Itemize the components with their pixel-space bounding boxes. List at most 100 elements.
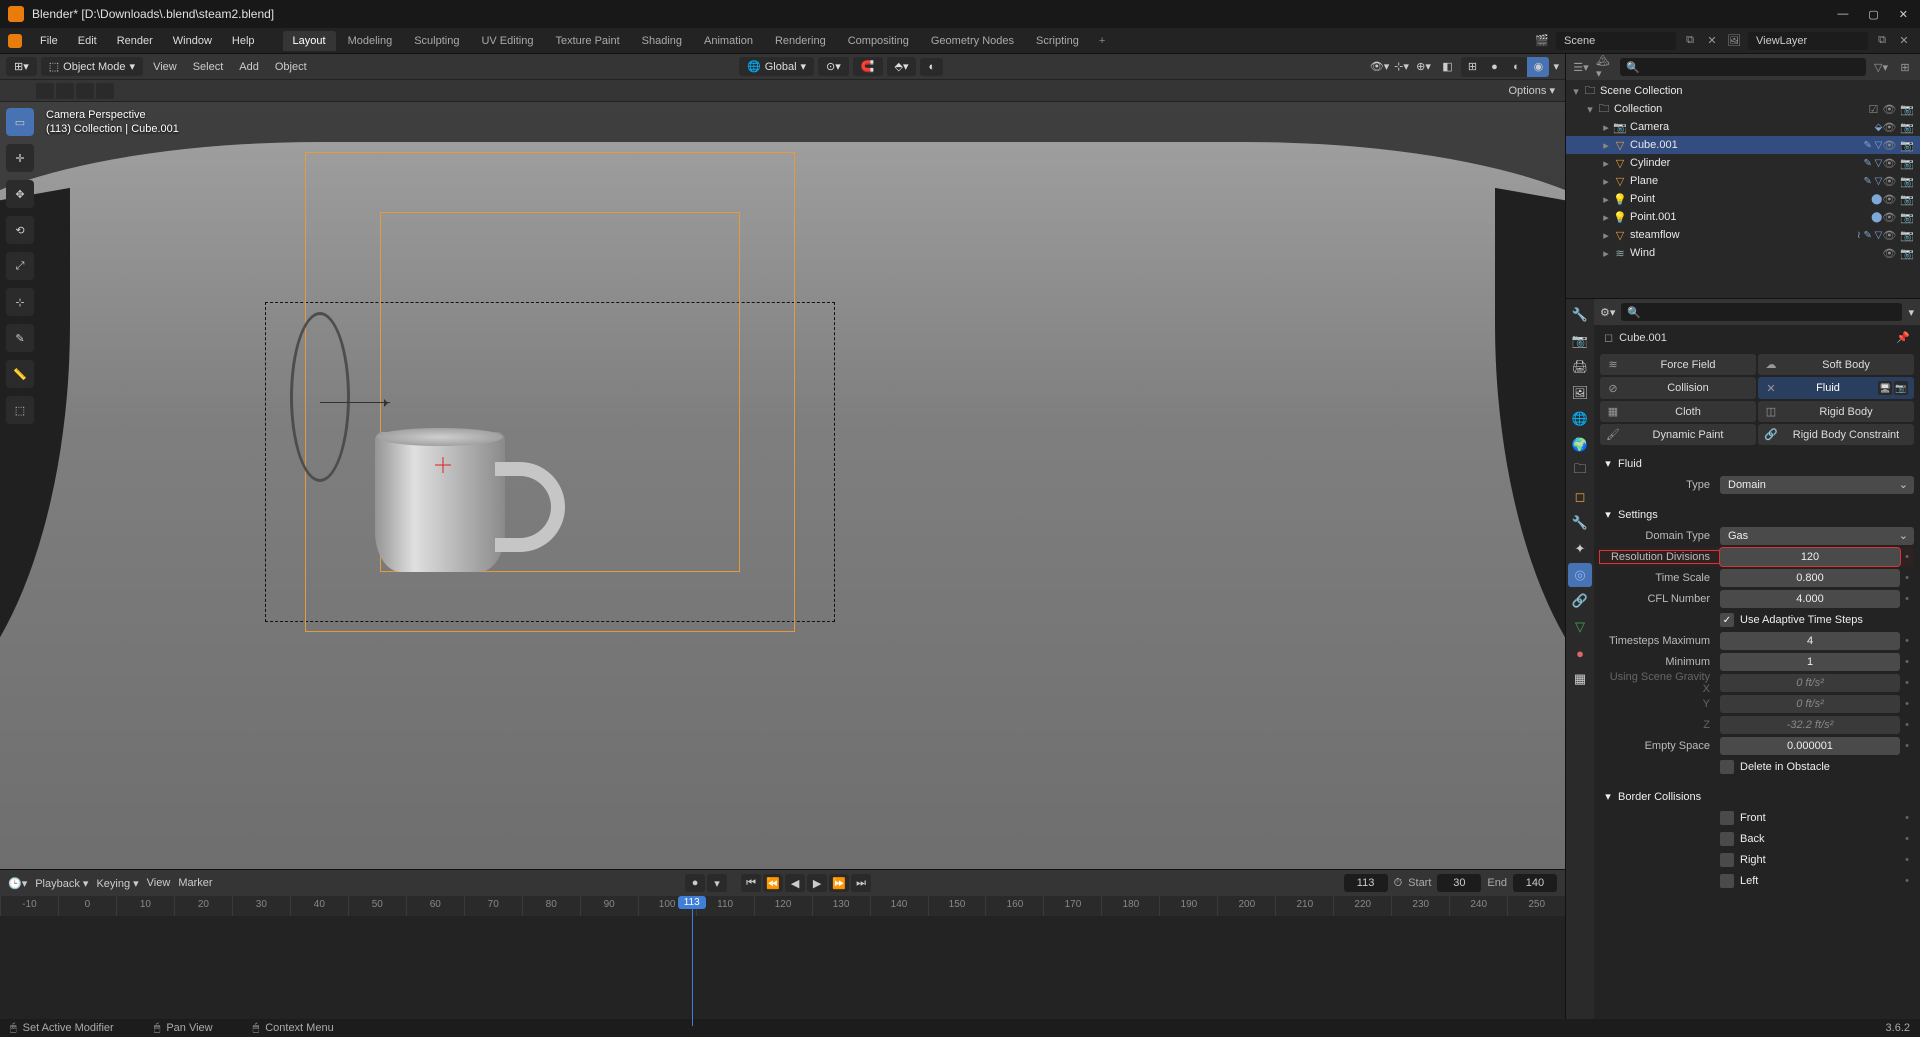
timeline-tick[interactable]: 120 xyxy=(754,896,812,916)
outliner-item[interactable]: ▸💡Point.001⬤👁📷 xyxy=(1566,208,1920,226)
disclosure-icon[interactable]: ▸ xyxy=(1600,139,1612,152)
physics-cloth[interactable]: ▦Cloth xyxy=(1600,401,1756,422)
timesteps-max-field[interactable]: 4 xyxy=(1720,632,1900,650)
menu-file[interactable]: File xyxy=(32,32,66,50)
jump-end[interactable]: ⏭ xyxy=(851,874,871,892)
timeline-tick[interactable]: -10 xyxy=(0,896,58,916)
add-menu[interactable]: Add xyxy=(233,58,265,76)
outliner-item[interactable]: ▸▽Plane✎ ▽👁📷 xyxy=(1566,172,1920,190)
tab-texture[interactable]: ▦ xyxy=(1568,667,1592,691)
timeline-tick[interactable]: 60 xyxy=(406,896,464,916)
tab-physics[interactable]: ◎ xyxy=(1568,563,1592,587)
collection-checkbox-icon[interactable]: ☑ xyxy=(1868,103,1878,116)
disclosure-icon[interactable]: ▸ xyxy=(1600,247,1612,260)
orientation-selector[interactable]: 🌐 Global ▾ xyxy=(739,57,814,76)
outliner-search[interactable]: 🔍 xyxy=(1620,58,1866,76)
monitor-icon[interactable]: 🖥 xyxy=(1878,381,1892,395)
maximize-button[interactable]: ▢ xyxy=(1868,8,1878,21)
menu-help[interactable]: Help xyxy=(224,32,263,50)
border-left-checkbox[interactable] xyxy=(1720,874,1734,888)
eye-icon[interactable]: 👁 xyxy=(1882,139,1896,152)
timeline-tick[interactable]: 170 xyxy=(1043,896,1101,916)
play-reverse[interactable]: ◀ xyxy=(785,874,805,892)
tab-modeling[interactable]: Modeling xyxy=(338,31,403,51)
timeline-tick[interactable]: 40 xyxy=(290,896,348,916)
keyframe-dot[interactable]: • xyxy=(1900,812,1914,824)
tab-output[interactable]: 🖨 xyxy=(1568,355,1592,379)
delete-in-obstacle-checkbox[interactable] xyxy=(1720,760,1734,774)
fluid-panel-header[interactable]: ▾Fluid xyxy=(1600,453,1914,474)
shading-rendered[interactable]: ◉ xyxy=(1527,57,1549,77)
physics-rigid-body[interactable]: ◫Rigid Body xyxy=(1758,401,1914,422)
proportional-edit-toggle[interactable]: ◐ xyxy=(920,58,943,76)
render-icon[interactable]: 📷 xyxy=(1900,157,1914,170)
props-options-icon[interactable]: ▾ xyxy=(1908,306,1914,319)
timeline-tick[interactable]: 150 xyxy=(928,896,986,916)
render-icon[interactable]: 📷 xyxy=(1900,211,1914,224)
physics-dynamic-paint[interactable]: 🖌Dynamic Paint xyxy=(1600,424,1756,445)
tab-texture-paint[interactable]: Texture Paint xyxy=(545,31,629,51)
eye-icon[interactable]: 👁 xyxy=(1882,103,1896,116)
gizmo-toggle[interactable]: ⊹▾ xyxy=(1391,57,1411,77)
render-icon[interactable]: 📷 xyxy=(1900,175,1914,188)
minimize-button[interactable]: — xyxy=(1837,8,1848,21)
viewlayer-browse-icon[interactable]: 🖼 xyxy=(1726,33,1742,49)
outliner-collection[interactable]: ▾🗀 Collection ☑👁📷 xyxy=(1566,100,1920,118)
timeline-tick[interactable]: 0 xyxy=(58,896,116,916)
outliner-item[interactable]: ▸📷Camera⬙👁📷 xyxy=(1566,118,1920,136)
scene-selector[interactable]: Scene xyxy=(1556,32,1676,50)
pin-icon[interactable]: 📌 xyxy=(1896,331,1910,344)
tab-material[interactable]: ● xyxy=(1568,641,1592,665)
tab-rendering[interactable]: Rendering xyxy=(765,31,836,51)
tool-transform[interactable]: ⊹ xyxy=(6,288,34,316)
eye-icon[interactable]: 👁 xyxy=(1882,247,1896,260)
timeline-tick[interactable]: 20 xyxy=(174,896,232,916)
xray-toggle[interactable]: ◧ xyxy=(1437,57,1457,77)
disclosure-icon[interactable]: ▸ xyxy=(1600,121,1612,134)
playhead[interactable] xyxy=(692,896,693,1026)
tool-cursor[interactable]: ✛ xyxy=(6,144,34,172)
outliner-item[interactable]: ▸▽Cylinder✎ ▽👁📷 xyxy=(1566,154,1920,172)
disclosure-icon[interactable]: ▸ xyxy=(1600,157,1612,170)
outliner-item[interactable]: ▸💡Point⬤👁📷 xyxy=(1566,190,1920,208)
keyframe-dot[interactable]: • xyxy=(1900,635,1914,647)
timeline-tick[interactable]: 190 xyxy=(1159,896,1217,916)
outliner-scene-collection[interactable]: ▾🗀 Scene Collection xyxy=(1566,82,1920,100)
tab-layout[interactable]: Layout xyxy=(283,31,336,51)
time-scale-field[interactable]: 0.800 xyxy=(1720,569,1900,587)
view-menu-tl[interactable]: View xyxy=(147,877,171,889)
cfl-number-field[interactable]: 4.000 xyxy=(1720,590,1900,608)
end-frame-field[interactable]: 140 xyxy=(1513,874,1557,892)
tool-select-box[interactable]: ▭ xyxy=(6,108,34,136)
physics-fluid[interactable]: ✕Fluid🖥📷 xyxy=(1758,377,1914,399)
select-mode-4[interactable] xyxy=(96,83,114,99)
camera-icon[interactable]: 📷 xyxy=(1894,381,1908,395)
shading-options[interactable]: ▾ xyxy=(1553,60,1559,73)
tool-measure[interactable]: 📏 xyxy=(6,360,34,388)
timeline-tick[interactable]: 10 xyxy=(116,896,174,916)
timeline-tick[interactable]: 250 xyxy=(1507,896,1565,916)
tab-constraints[interactable]: 🔗 xyxy=(1568,589,1592,613)
empty-space-field[interactable]: 0.000001 xyxy=(1720,737,1900,755)
keying-menu[interactable]: Keying ▾ xyxy=(96,877,138,890)
tab-geometry-nodes[interactable]: Geometry Nodes xyxy=(921,31,1024,51)
render-icon[interactable]: 📷 xyxy=(1900,247,1914,260)
timeline-tick[interactable]: 140 xyxy=(870,896,928,916)
scene-browse-icon[interactable]: 🎬 xyxy=(1534,33,1550,49)
tab-viewlayer[interactable]: 🖼 xyxy=(1568,381,1592,405)
disclosure-icon[interactable]: ▸ xyxy=(1600,175,1612,188)
viewlayer-new-icon[interactable]: ⧉ xyxy=(1874,33,1890,49)
outliner-display-mode[interactable]: 🏔▾ xyxy=(1596,58,1614,76)
scene-new-icon[interactable]: ⧉ xyxy=(1682,33,1698,49)
timeline-tick[interactable]: 220 xyxy=(1333,896,1391,916)
menu-window[interactable]: Window xyxy=(165,32,220,50)
settings-panel-header[interactable]: ▾Settings xyxy=(1600,504,1914,525)
props-editor-icon[interactable]: ⚙▾ xyxy=(1600,306,1615,319)
editor-type-selector[interactable]: ⊞▾ xyxy=(6,57,37,76)
outliner-tree[interactable]: ▾🗀 Scene Collection ▾🗀 Collection ☑👁📷 ▸📷… xyxy=(1566,80,1920,298)
tab-shading[interactable]: Shading xyxy=(632,31,692,51)
physics-rigid-body-constraint[interactable]: 🔗Rigid Body Constraint xyxy=(1758,424,1914,445)
timeline-tick[interactable]: 30 xyxy=(232,896,290,916)
outliner-item[interactable]: ▸≋Wind👁📷 xyxy=(1566,244,1920,262)
domain-type-selector[interactable]: Gas xyxy=(1720,527,1914,545)
